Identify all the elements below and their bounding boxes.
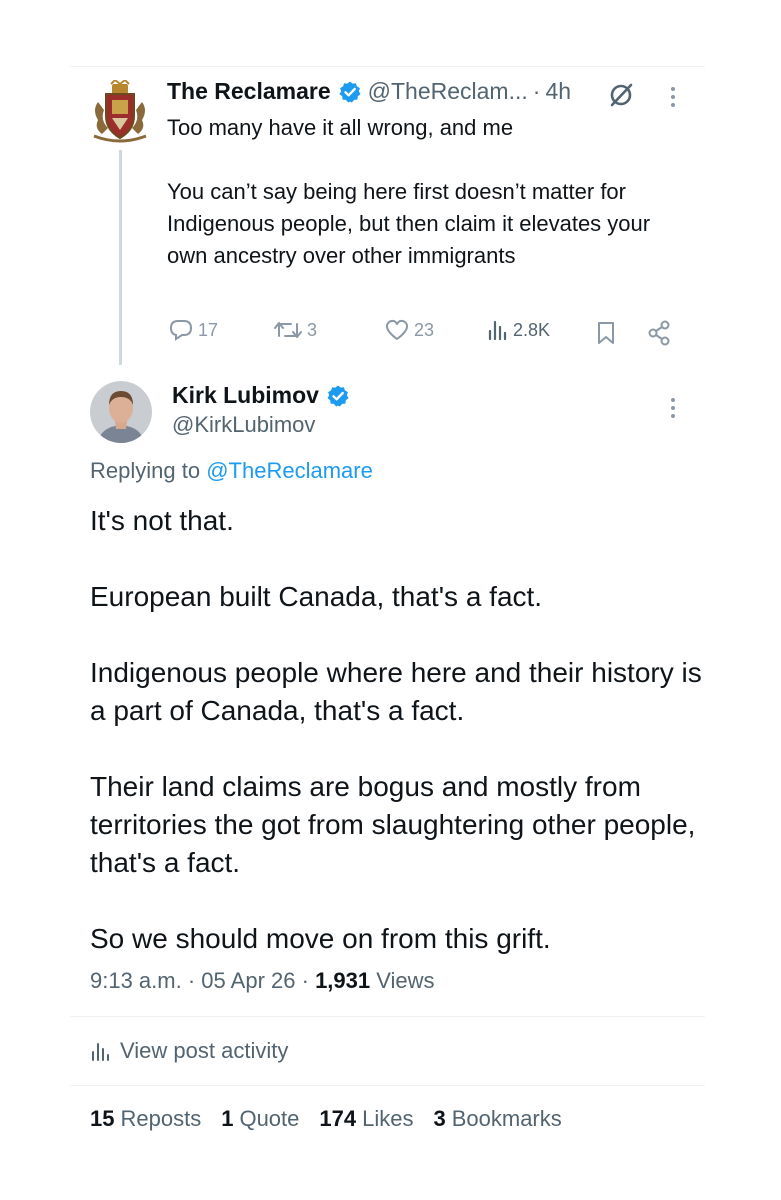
reply-tweet-text: It's not that. European built Canada, th… [90, 505, 702, 954]
repost-button[interactable]: 3 [273, 318, 317, 342]
like-icon [385, 319, 409, 340]
bookmarks-count: 3 [433, 1106, 446, 1131]
more-icon[interactable] [668, 395, 678, 421]
parent-time[interactable]: 4h [545, 78, 571, 105]
quotes-count: 1 [221, 1106, 234, 1131]
top-divider [70, 66, 705, 67]
reply-name-row: Kirk Lubimov [172, 382, 356, 409]
reply-time[interactable]: 9:13 a.m. [90, 968, 182, 993]
parent-tweet-text: Too many have it all wrong, and me You c… [167, 115, 651, 268]
bookmarks-label: Bookmarks [451, 1106, 562, 1131]
quotes-label: Quote [239, 1106, 300, 1131]
engagement-stats: 15 Reposts 1 Quote 174 Likes 3 Bookmarks [90, 1106, 562, 1132]
replying-to-link[interactable]: @TheReclamare [206, 458, 373, 483]
analytics-icon [92, 1043, 109, 1061]
parent-display-name[interactable]: The Reclamare [167, 78, 331, 105]
grok-icon[interactable] [606, 80, 636, 110]
reply-icon [169, 320, 193, 341]
parent-tweet-header: The Reclamare @TheReclam... · 4h [167, 78, 571, 105]
parent-handle[interactable]: @TheReclam... [368, 78, 528, 105]
kirk-avatar[interactable] [90, 381, 152, 443]
header-separator: · [532, 78, 541, 104]
reply-button[interactable]: 17 [168, 318, 218, 342]
views-count: 1,931 [315, 968, 371, 993]
reply-handle[interactable]: @KirkLubimov [172, 412, 315, 438]
verified-badge-icon [327, 385, 349, 406]
reposts-stat[interactable]: 15 Reposts [90, 1106, 201, 1132]
likes-count: 174 [319, 1106, 357, 1131]
verified-badge-icon [339, 81, 361, 102]
bookmarks-stat[interactable]: 3 Bookmarks [433, 1106, 561, 1132]
like-count: 23 [414, 319, 435, 340]
view-post-activity-link[interactable]: View post activity [90, 1038, 288, 1064]
meta-divider [70, 1016, 705, 1017]
replying-to: Replying to @TheReclamare [90, 458, 373, 484]
share-icon[interactable] [647, 320, 671, 346]
views-icon [488, 320, 507, 341]
meta-separator: · [187, 968, 196, 993]
like-button[interactable]: 23 [384, 318, 434, 342]
views-button[interactable]: 2.8K [487, 318, 550, 342]
repost-icon [274, 322, 302, 338]
reply-display-name[interactable]: Kirk Lubimov [172, 382, 319, 409]
reposts-count: 15 [90, 1106, 115, 1131]
more-icon[interactable] [668, 84, 678, 110]
likes-label: Likes [362, 1106, 414, 1131]
reply-count: 17 [198, 319, 219, 340]
likes-stat[interactable]: 174 Likes [319, 1106, 413, 1132]
reply-meta: 9:13 a.m. · 05 Apr 26 · 1,931 Views [90, 968, 435, 994]
repost-count: 3 [307, 319, 318, 340]
meta-separator: · [301, 968, 309, 993]
view-post-activity-label: View post activity [120, 1038, 289, 1063]
bookmark-icon[interactable] [596, 320, 616, 346]
reposts-label: Reposts [120, 1106, 202, 1131]
parent-action-bar: 17 3 23 2.8K [0, 318, 781, 348]
views-label: Views [376, 968, 435, 993]
quotes-stat[interactable]: 1 Quote [221, 1106, 299, 1132]
views-count: 2.8K [513, 319, 551, 340]
activity-divider [70, 1085, 705, 1086]
replying-label: Replying to [90, 458, 201, 483]
reclamare-avatar[interactable] [90, 78, 150, 144]
reply-date[interactable]: 05 Apr 26 [201, 968, 295, 993]
